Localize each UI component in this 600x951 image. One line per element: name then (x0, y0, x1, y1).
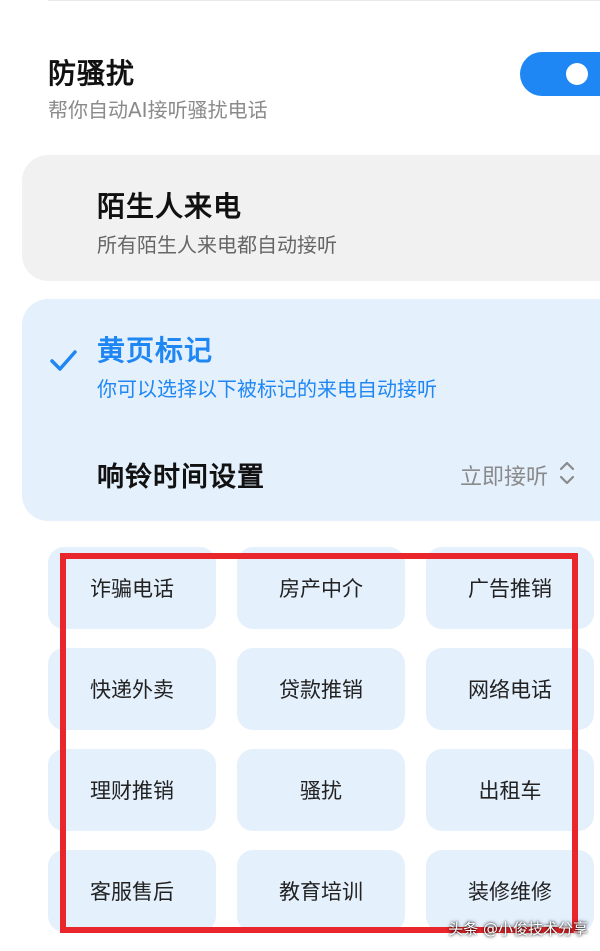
updown-chevron-icon[interactable] (558, 459, 576, 487)
checkmark-icon (50, 350, 77, 371)
screen: 防骚扰 帮你自动AI接听骚扰电话 陌生人来电 所有陌生人来电都自动接听 黄页标记… (0, 0, 600, 951)
option-yellow-pages-title: 黄页标记 (97, 334, 214, 367)
option-stranger-calls[interactable]: 陌生人来电 所有陌生人来电都自动接听 (22, 155, 600, 281)
option-yellow-pages[interactable]: 黄页标记 你可以选择以下被标记的来电自动接听 响铃时间设置 立即接听 (22, 299, 600, 521)
ring-time-label: 响铃时间设置 (97, 462, 265, 493)
anti-harassment-title: 防骚扰 (48, 57, 136, 90)
red-highlight-frame (60, 553, 578, 933)
anti-harassment-setting[interactable]: 防骚扰 帮你自动AI接听骚扰电话 (48, 40, 600, 130)
option-yellow-pages-subtitle: 你可以选择以下被标记的来电自动接听 (97, 377, 437, 401)
top-divider (48, 0, 600, 1)
toggle-knob (566, 63, 588, 85)
anti-harassment-subtitle: 帮你自动AI接听骚扰电话 (48, 98, 268, 122)
ring-time-value[interactable]: 立即接听 (460, 459, 548, 491)
anti-harassment-toggle[interactable] (520, 52, 600, 96)
option-stranger-title: 陌生人来电 (97, 190, 243, 223)
watermark: 头条 @小俊技术分享 (448, 920, 588, 938)
option-stranger-subtitle: 所有陌生人来电都自动接听 (97, 233, 337, 257)
